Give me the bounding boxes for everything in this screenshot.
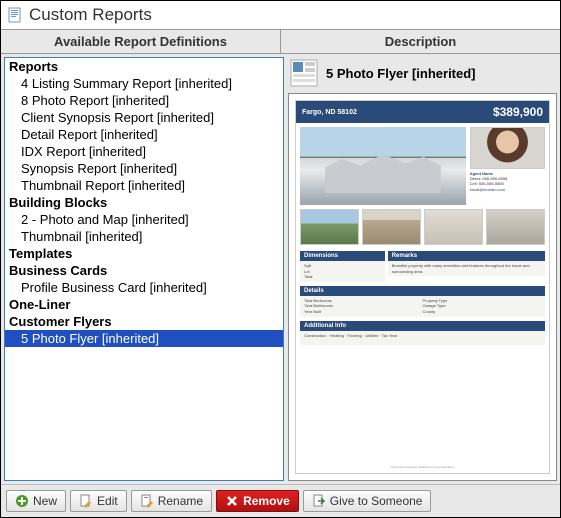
new-button[interactable]: New <box>6 490 66 512</box>
tree-item[interactable]: Client Synopsis Report [inherited] <box>5 109 283 126</box>
flyer-address: Fargo, ND 58102 <box>302 109 357 116</box>
edit-label: Edit <box>97 494 118 508</box>
report-icon <box>7 7 23 23</box>
tree-category: Customer Flyers <box>5 313 283 330</box>
rename-icon <box>140 494 154 508</box>
flyer-thumbnail-icon <box>290 59 318 87</box>
agent-photo <box>470 127 545 169</box>
tree-category: Building Blocks <box>5 194 283 211</box>
tree-category: Templates <box>5 245 283 262</box>
give-button[interactable]: Give to Someone <box>303 490 432 512</box>
details-heading: Details <box>300 286 545 296</box>
plus-icon <box>15 494 29 508</box>
flyer-thumbnails <box>296 209 549 249</box>
tree-item[interactable]: 4 Listing Summary Report [inherited] <box>5 75 283 92</box>
description-pane: 5 Photo Flyer [inherited] Fargo, ND 5810… <box>288 57 557 481</box>
flyer-main-photo <box>300 127 466 205</box>
tree-category: Reports <box>5 58 283 75</box>
additional-heading: Additional Info <box>300 321 545 331</box>
flyer-thumb-2 <box>362 209 421 245</box>
remove-button[interactable]: Remove <box>216 490 299 512</box>
tree-item[interactable]: Profile Business Card [inherited] <box>5 279 283 296</box>
flyer-preview: Fargo, ND 58102 $389,900 Agent Name Dire… <box>295 100 550 474</box>
description-title: 5 Photo Flyer [inherited] <box>326 66 476 81</box>
additional-section: Additional Info Construction · Heating ·… <box>300 321 545 345</box>
report-tree[interactable]: Reports4 Listing Summary Report [inherit… <box>4 57 284 481</box>
agent-info: Agent Name Direct: 555-555-5555 Cell: 55… <box>470 171 545 192</box>
flyer-header: Fargo, ND 58102 $389,900 <box>296 101 549 123</box>
give-icon <box>312 494 326 508</box>
tree-category: One-Liner <box>5 296 283 313</box>
columns-header: Available Report Definitions Description <box>1 29 560 54</box>
tree-item[interactable]: 8 Photo Report [inherited] <box>5 92 283 109</box>
titlebar: Custom Reports <box>1 1 560 29</box>
edit-button[interactable]: Edit <box>70 490 127 512</box>
main-area: Reports4 Listing Summary Report [inherit… <box>1 54 560 484</box>
window-title: Custom Reports <box>29 5 152 25</box>
right-column-header: Description <box>281 30 560 53</box>
flyer-footer: Information deemed reliable but not guar… <box>296 461 549 473</box>
flyer-top-row: Agent Name Direct: 555-555-5555 Cell: 55… <box>296 123 549 209</box>
remove-label: Remove <box>243 494 290 508</box>
flyer-agent-block: Agent Name Direct: 555-555-5555 Cell: 55… <box>470 127 545 205</box>
new-label: New <box>33 494 57 508</box>
remove-icon <box>225 494 239 508</box>
dimensions-body: SqftLotTotal <box>300 261 385 282</box>
tree-category: Business Cards <box>5 262 283 279</box>
flyer-dim-remarks: Dimensions SqftLotTotal Remarks Beautifu… <box>300 251 545 282</box>
flyer-thumb-4 <box>486 209 545 245</box>
tree-item[interactable]: Thumbnail Report [inherited] <box>5 177 283 194</box>
preview-container: Fargo, ND 58102 $389,900 Agent Name Dire… <box>288 93 557 481</box>
dimensions-heading: Dimensions <box>300 251 385 261</box>
flyer-thumb-3 <box>424 209 483 245</box>
tree-item[interactable]: 5 Photo Flyer [inherited] <box>5 330 283 347</box>
flyer-thumb-1 <box>300 209 359 245</box>
tree-item[interactable]: Detail Report [inherited] <box>5 126 283 143</box>
details-section: Details Total BedroomsProperty Type Tota… <box>300 286 545 317</box>
give-label: Give to Someone <box>330 494 423 508</box>
additional-body: Construction · Heating · Flooring · Util… <box>300 331 545 345</box>
edit-icon <box>79 494 93 508</box>
left-column-header: Available Report Definitions <box>1 30 281 53</box>
tree-item[interactable]: Thumbnail [inherited] <box>5 228 283 245</box>
tree-item[interactable]: 2 - Photo and Map [inherited] <box>5 211 283 228</box>
rename-button[interactable]: Rename <box>131 490 212 512</box>
tree-item[interactable]: Synopsis Report [inherited] <box>5 160 283 177</box>
tree-item[interactable]: IDX Report [inherited] <box>5 143 283 160</box>
flyer-price: $389,900 <box>493 105 543 119</box>
remarks-body: Beautiful property with many amenities a… <box>388 261 545 276</box>
toolbar: New Edit Rename Remove Give to Someone <box>1 484 560 517</box>
remarks-heading: Remarks <box>388 251 545 261</box>
details-body: Total BedroomsProperty Type Total Bathro… <box>300 296 545 317</box>
description-header: 5 Photo Flyer [inherited] <box>288 57 557 93</box>
rename-label: Rename <box>158 494 203 508</box>
